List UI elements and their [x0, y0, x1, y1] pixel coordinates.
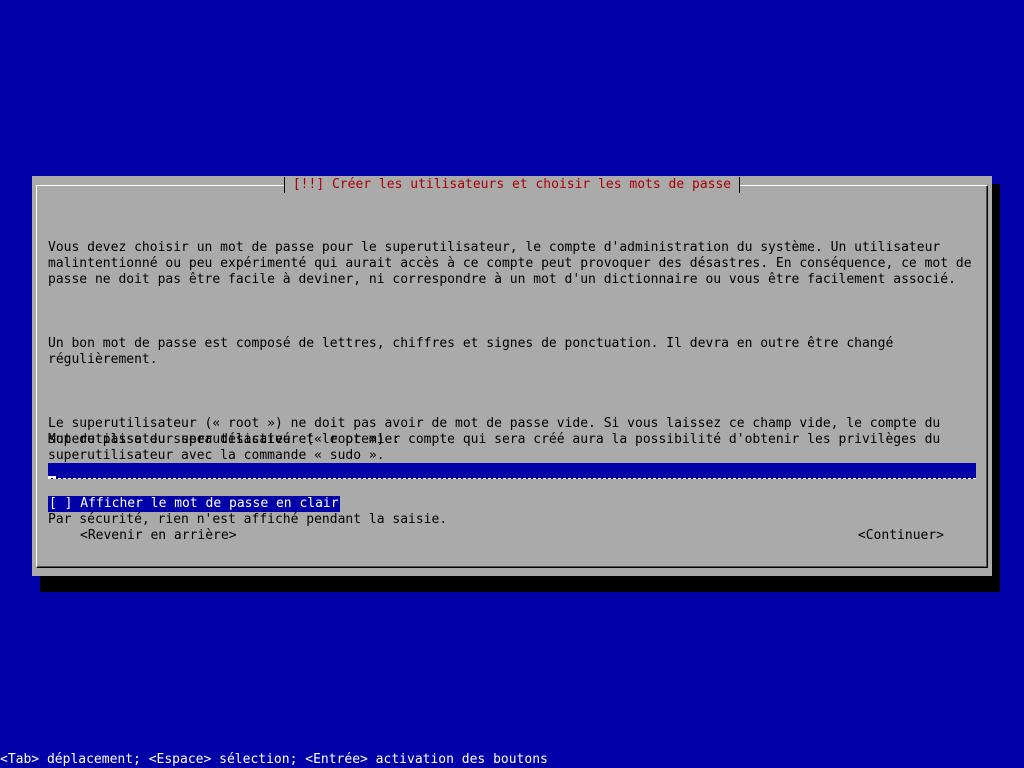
dialog-description: Vous devez choisir un mot de passe pour …: [48, 208, 976, 576]
description-paragraph: Par sécurité, rien n'est affiché pendant…: [48, 512, 448, 527]
description-paragraph: Un bon mot de passe est composé de lettr…: [48, 336, 902, 367]
installer-screen: [!!] Créer les utilisateurs et choisir l…: [0, 0, 1024, 768]
back-button[interactable]: <Revenir en arrière>: [80, 528, 237, 544]
dialog-title-bar: [!!] Créer les utilisateurs et choisir l…: [32, 177, 992, 193]
password-prompt-label: Mot de passe du superutilisateur (« root…: [48, 432, 401, 447]
keyboard-help-statusbar: <Tab> déplacement; <Espace> sélection; <…: [0, 752, 548, 767]
dialog-title: [!!] Créer les utilisateurs et choisir l…: [283, 177, 741, 193]
description-paragraph: Vous devez choisir un mot de passe pour …: [48, 240, 980, 287]
continue-button[interactable]: <Continuer>: [858, 528, 944, 544]
password-dialog: [!!] Créer les utilisateurs et choisir l…: [32, 176, 992, 576]
text-cursor: [48, 476, 56, 478]
show-password-checkbox[interactable]: [ ] Afficher le mot de passe en clair: [48, 496, 340, 512]
root-password-input[interactable]: [48, 463, 976, 479]
